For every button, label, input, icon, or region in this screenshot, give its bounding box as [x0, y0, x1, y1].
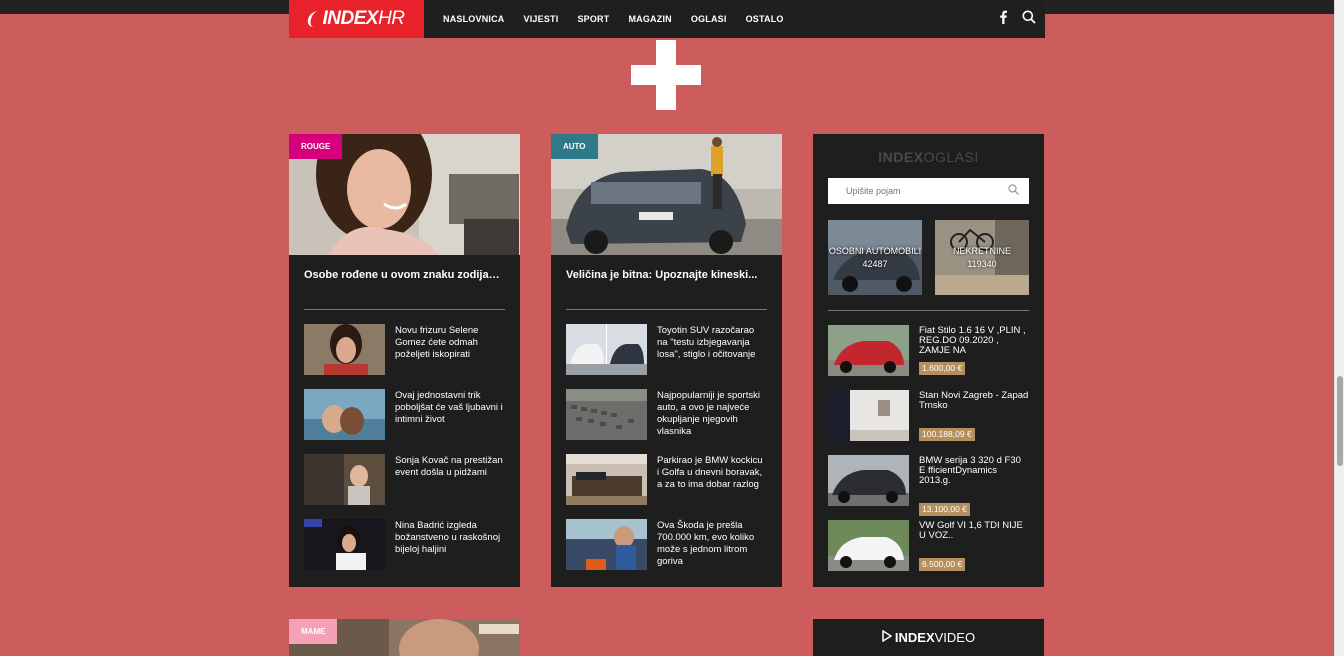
list-item[interactable]: Najpopularniji je sportski auto, a ovo j…	[566, 389, 767, 440]
list-item[interactable]: Ova Škoda je prešla 700.000 km, evo koli…	[566, 519, 767, 570]
oglasi-logo[interactable]: INDEXOGLASI	[878, 149, 978, 165]
category-osobni-automobili[interactable]: OSOBNI AUTOMOBILI 42487	[828, 220, 922, 295]
article-thumbnail[interactable]	[304, 324, 385, 375]
auto-card: AUTO Veličina je bitna: Upoznajte kinesk…	[551, 134, 782, 587]
listing-price: 1.600,00 €	[919, 362, 966, 375]
article-thumbnail[interactable]	[304, 389, 385, 440]
scrollbar-thumb[interactable]	[1337, 376, 1343, 466]
video-logo: INDEXVIDEO	[894, 630, 976, 645]
search-icon[interactable]	[1008, 182, 1019, 200]
listing-thumbnail[interactable]	[828, 390, 909, 441]
mame-card[interactable]: MAME	[289, 619, 520, 656]
index-logo[interactable]: INDEXHR	[289, 0, 424, 38]
nav-item-ostalo[interactable]: OSTALO	[746, 14, 784, 24]
oglasi-card: INDEXOGLASI OSOBNI AUTOMOBILI 42487 NEKR…	[813, 134, 1044, 587]
play-icon	[882, 629, 893, 647]
list-item[interactable]: Sonja Kovač na prestižan event došla u p…	[304, 454, 505, 505]
nav-item-sport[interactable]: SPORT	[577, 14, 609, 24]
listing-price: 13.100,00 €	[919, 503, 970, 516]
oglasi-list: Fiat Stilo 1.6 16 V ,PLIN , REG.DO 09.20…	[813, 311, 1044, 571]
article-thumbnail[interactable]	[304, 454, 385, 505]
nav-item-magazin[interactable]: MAGAZIN	[628, 14, 671, 24]
list-item[interactable]: Ovaj jednostavni trik poboljšat će vaš l…	[304, 389, 505, 440]
facebook-icon[interactable]	[998, 10, 1008, 29]
nav-menu: NASLOVNICA VIJESTI SPORT MAGAZIN OGLASI …	[443, 14, 803, 24]
scrollbar[interactable]	[1334, 0, 1344, 656]
index-logo-mark-icon	[306, 11, 321, 27]
article-thumbnail[interactable]	[304, 519, 385, 570]
listing-item[interactable]: BMW serija 3 320 d F30 E fficientDynamic…	[828, 455, 1029, 516]
category-label: OSOBNI AUTOMOBILI	[828, 245, 922, 256]
listing-price: 100.188,09 €	[919, 428, 975, 441]
rouge-list: Novu frizuru Selene Gomez ćete odmah pož…	[289, 310, 520, 570]
oglasi-search-input[interactable]	[846, 186, 1008, 196]
auto-tag[interactable]: AUTO	[551, 134, 598, 159]
article-title[interactable]: Ova Škoda je prešla 700.000 km, evo koli…	[657, 519, 767, 570]
article-thumbnail[interactable]	[566, 454, 647, 505]
oglasi-header: INDEXOGLASI	[813, 134, 1044, 178]
navbar: INDEXHR NASLOVNICA VIJESTI SPORT MAGAZIN…	[289, 0, 1045, 38]
rouge-tag[interactable]: ROUGE	[289, 134, 343, 159]
nav-item-oglasi[interactable]: OGLASI	[691, 14, 727, 24]
listing-thumbnail[interactable]	[828, 520, 909, 571]
listing-thumbnail[interactable]	[828, 325, 909, 376]
listing-title[interactable]: Stan Novi Zagreb - Zapad Trnsko	[919, 391, 1029, 411]
article-title[interactable]: Najpopularniji je sportski auto, a ovo j…	[657, 389, 767, 440]
rouge-card: ROUGE Osobe rođene u ovom znaku zodijaka…	[289, 134, 520, 587]
article-thumbnail[interactable]	[566, 519, 647, 570]
category-nekretnine[interactable]: NEKRETNINE 119340	[935, 220, 1029, 295]
category-label: NEKRETNINE	[952, 245, 1011, 256]
listing-item[interactable]: Fiat Stilo 1.6 16 V ,PLIN , REG.DO 09.20…	[828, 325, 1029, 376]
video-card[interactable]: INDEXVIDEO	[813, 619, 1044, 656]
auto-hero-image[interactable]: AUTO	[551, 134, 782, 255]
search-icon[interactable]	[1022, 10, 1036, 29]
article-title[interactable]: Nina Badrić izgleda božanstveno u raskoš…	[395, 519, 505, 570]
article-title[interactable]: Sonja Kovač na prestižan event došla u p…	[395, 454, 505, 505]
article-title[interactable]: Novu frizuru Selene Gomez ćete odmah pož…	[395, 324, 505, 375]
category-count: 42487	[862, 258, 888, 269]
rouge-hero-image[interactable]: ROUGE	[289, 134, 520, 255]
article-title[interactable]: Toyotin SUV razočarao na "testu izbjegav…	[657, 324, 767, 375]
listing-title[interactable]: VW Golf VI 1,6 TDI NIJE U VOZ..	[919, 521, 1029, 541]
list-item[interactable]: Novu frizuru Selene Gomez ćete odmah pož…	[304, 324, 505, 375]
listing-item[interactable]: Stan Novi Zagreb - Zapad Trnsko 100.188,…	[828, 390, 1029, 441]
listing-item[interactable]: VW Golf VI 1,6 TDI NIJE U VOZ.. 6.500,00…	[828, 520, 1029, 571]
article-thumbnail[interactable]	[566, 389, 647, 440]
article-title[interactable]: Ovaj jednostavni trik poboljšat će vaš l…	[395, 389, 505, 440]
mame-tag[interactable]: MAME	[289, 619, 338, 644]
category-count: 119340	[967, 258, 997, 269]
article-thumbnail[interactable]	[566, 324, 647, 375]
oglasi-search	[828, 178, 1029, 204]
nav-item-vijesti[interactable]: VIJESTI	[524, 14, 559, 24]
rouge-headline[interactable]: Osobe rođene u ovom znaku zodijaka...	[289, 255, 520, 309]
list-item[interactable]: Nina Badrić izgleda božanstveno u raskoš…	[304, 519, 505, 570]
listing-title[interactable]: BMW serija 3 320 d F30 E fficientDynamic…	[919, 456, 1029, 486]
nav-icons	[998, 10, 1036, 29]
oglasi-categories: OSOBNI AUTOMOBILI 42487 NEKRETNINE 11934…	[828, 220, 1029, 295]
auto-list: Toyotin SUV razočarao na "testu izbjegav…	[551, 310, 782, 570]
article-title[interactable]: Parkirao je BMW kockicu i Golfa u dnevni…	[657, 454, 767, 505]
logo-bold: INDEX	[322, 8, 379, 29]
nav-item-naslovnica[interactable]: NASLOVNICA	[443, 14, 505, 24]
listing-title[interactable]: Fiat Stilo 1.6 16 V ,PLIN , REG.DO 09.20…	[919, 326, 1029, 356]
list-item[interactable]: Toyotin SUV razočarao na "testu izbjegav…	[566, 324, 767, 375]
list-item[interactable]: Parkirao je BMW kockicu i Golfa u dnevni…	[566, 454, 767, 505]
logo-light: HR	[378, 8, 405, 29]
listing-thumbnail[interactable]	[828, 455, 909, 506]
listing-price: 6.500,00 €	[919, 558, 966, 571]
auto-headline[interactable]: Veličina je bitna: Upoznajte kineski...	[551, 255, 782, 309]
plus-icon	[631, 40, 701, 110]
